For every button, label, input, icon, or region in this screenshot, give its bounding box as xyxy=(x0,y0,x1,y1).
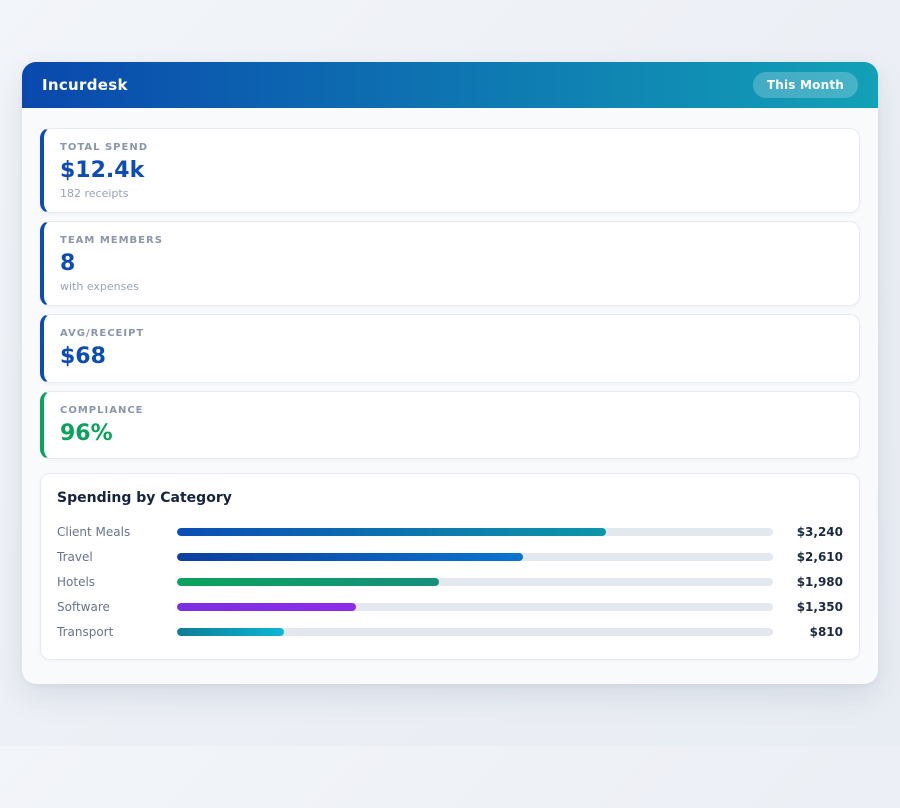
chart-row: Hotels $1,980 xyxy=(57,570,843,595)
category-label: Hotels xyxy=(57,575,96,590)
bar-track xyxy=(177,553,773,562)
bar-track xyxy=(177,628,773,637)
category-value: $810 xyxy=(809,625,843,640)
stat-caption: 182 receipts xyxy=(60,187,129,201)
stat-value: $12.4k xyxy=(60,158,145,183)
stat-label: AVG/RECEIPT xyxy=(60,328,145,340)
category-label: Software xyxy=(57,600,110,615)
bar-fill xyxy=(177,553,523,562)
category-value: $1,350 xyxy=(796,600,843,615)
period-badge-button[interactable]: This Month xyxy=(752,72,858,98)
bar-track xyxy=(177,603,773,612)
stat-card-team-members: TEAM MEMBERS 8 with expenses xyxy=(40,221,860,307)
stat-caption: with expenses xyxy=(60,280,139,294)
app-header: Incurdesk This Month xyxy=(22,62,878,108)
chart-row: Client Meals $3,240 xyxy=(57,520,843,545)
chart-row: Software $1,350 xyxy=(57,595,843,620)
stat-card-total-spend: TOTAL SPEND $12.4k 182 receipts xyxy=(40,128,860,214)
category-value: $3,240 xyxy=(796,525,843,540)
stats-section: TOTAL SPEND $12.4k 182 receipts TEAM MEM… xyxy=(40,128,860,459)
category-label: Transport xyxy=(57,625,114,640)
bar-track xyxy=(177,528,773,537)
stat-card-compliance: COMPLIANCE 96% xyxy=(40,390,860,459)
stat-value: 96% xyxy=(60,420,113,446)
stat-value: $68 xyxy=(60,344,106,370)
category-value: $1,980 xyxy=(796,575,843,590)
bar-fill xyxy=(177,528,607,537)
stat-label: TOTAL SPEND xyxy=(60,142,148,153)
app-title: Incurdesk xyxy=(42,76,128,94)
bar-fill xyxy=(177,628,285,637)
incurdesk-panel: Incurdesk This Month TOTAL SPEND $12.4k … xyxy=(22,62,878,684)
stat-card-avg-receipt: AVG/RECEIPT $68 xyxy=(40,314,860,383)
chart-row: Travel $2,610 xyxy=(57,545,843,570)
chart-rows: Client Meals $3,240 Travel $2,610 Hotels… xyxy=(57,520,843,645)
category-value: $2,610 xyxy=(796,550,843,565)
category-label: Client Meals xyxy=(57,525,131,540)
stat-label: TEAM MEMBERS xyxy=(60,235,163,247)
stat-value: 8 xyxy=(60,251,76,277)
spending-by-category-card: Spending by Category Client Meals $3,240… xyxy=(40,472,860,660)
panel-body: TOTAL SPEND $12.4k 182 receipts TEAM MEM… xyxy=(22,108,878,684)
bar-fill xyxy=(177,603,356,612)
bar-fill xyxy=(177,578,440,587)
stat-label: COMPLIANCE xyxy=(60,404,144,416)
category-label: Travel xyxy=(57,550,93,565)
bar-track xyxy=(177,578,773,587)
chart-title: Spending by Category xyxy=(57,489,232,506)
chart-row: Transport $810 xyxy=(57,620,843,645)
